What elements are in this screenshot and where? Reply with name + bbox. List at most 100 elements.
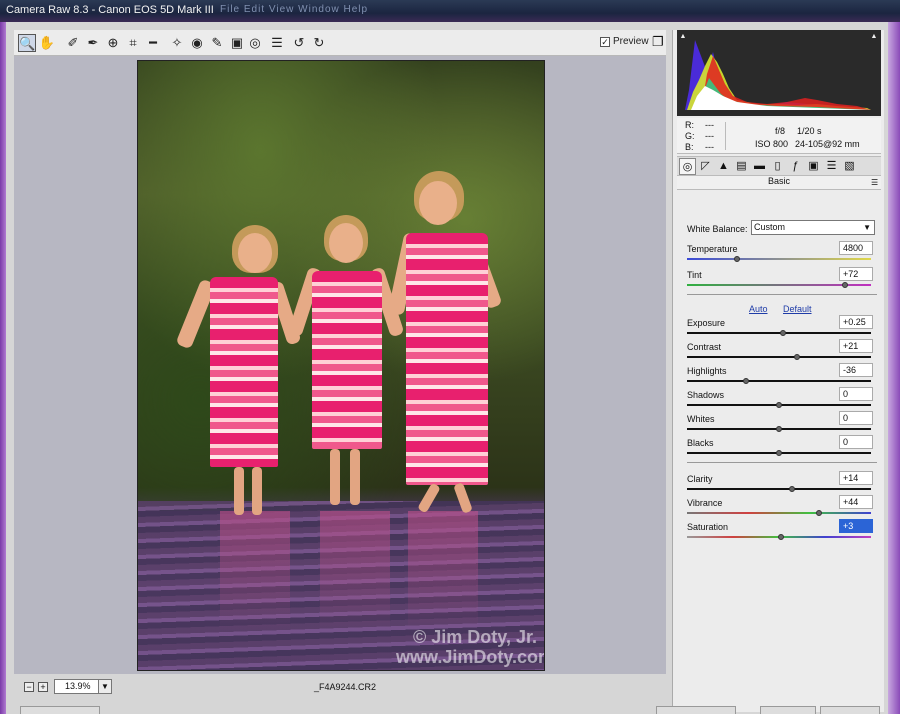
tab-snapshots-icon[interactable]: ▧ [841, 158, 858, 175]
vibrance-slider-thumb[interactable] [816, 510, 823, 516]
cancel-button[interactable] [760, 706, 816, 714]
temperature-value-field[interactable]: 4800 [839, 241, 873, 255]
fullscreen-icon[interactable]: ❐ [652, 34, 664, 50]
camera-raw-dialog: 🔍 ✋ ✐ ✒ ⊕ ⌗ ━ ✧ ◉ ✎ ▣ ◎ ☰ ↺ ↻ ✓ Preview ❐ [6, 22, 888, 714]
shadows-value-field[interactable]: 0 [839, 387, 873, 401]
temperature-slider-thumb[interactable] [733, 256, 740, 262]
exposure-slider-thumb[interactable] [779, 330, 786, 336]
shutter-speed: 1/20 s [797, 126, 822, 136]
iso: ISO 800 [755, 139, 789, 149]
open-image-button[interactable] [656, 706, 736, 714]
tab-lens-corrections-icon[interactable]: ▯ [769, 158, 786, 175]
hand-tool-icon[interactable]: ✋ [38, 34, 56, 52]
contrast-value-field[interactable]: +21 [839, 339, 873, 353]
image-canvas[interactable]: © Jim Doty, Jr. www.JimDoty.com [14, 56, 666, 674]
section-title: Basic [677, 176, 881, 190]
ghost-menu: File Edit View Window Help [220, 4, 369, 15]
white-balance-tool-icon[interactable]: ✐ [64, 34, 82, 52]
whites-label: Whites [687, 414, 715, 424]
saturation-label: Saturation [687, 522, 729, 532]
rotate-left-icon[interactable]: ↺ [290, 34, 308, 52]
zoom-dropdown-icon[interactable]: ▼ [98, 679, 112, 694]
readout-info: R: --- G: --- B: --- f/8 1/20 s ISO 800 … [677, 118, 881, 154]
blacks-label: Blacks [687, 438, 714, 448]
divider [687, 462, 877, 463]
preview-checkbox[interactable]: ✓ [600, 37, 610, 47]
whites-value-field[interactable]: 0 [839, 411, 873, 425]
highlight-clipping-icon[interactable]: ▲ [870, 33, 878, 41]
watermark-line2: www.JimDoty.com [396, 647, 545, 667]
tab-tone-curve-icon[interactable]: ◸ [697, 158, 714, 175]
preferences-icon[interactable]: ☰ [268, 34, 286, 52]
panel-tabs: ◎ ◸ ▲ ▤ ▬ ▯ ƒ ▣ ☰ ▧ [677, 156, 881, 176]
tab-presets-icon[interactable]: ☰ [823, 158, 840, 175]
white-balance-select[interactable]: Custom ▼ [751, 220, 875, 235]
contrast-slider-thumb[interactable] [794, 354, 801, 360]
status-bar: − + 13.9% ▼ _F4A9244.CR2 [14, 674, 666, 700]
exposure-label: Exposure [687, 318, 726, 328]
blacks-value-field[interactable]: 0 [839, 435, 873, 449]
targeted-adjustment-tool-icon[interactable]: ⊕ [104, 34, 122, 52]
tint-label: Tint [687, 270, 702, 280]
vibrance-value-field[interactable]: +44 [839, 495, 873, 509]
panel-menu-icon[interactable]: ☰ [871, 178, 878, 187]
highlights-value-field[interactable]: -36 [839, 363, 873, 377]
b-label: B: [685, 142, 694, 152]
shadows-slider-thumb[interactable] [776, 402, 782, 408]
reflection [220, 511, 290, 631]
tab-basic-icon[interactable]: ◎ [679, 158, 696, 175]
save-image-button[interactable] [20, 706, 100, 714]
saturation-value-field[interactable]: +3 [839, 519, 873, 533]
clarity-slider-track[interactable] [687, 488, 871, 490]
highlights-slider-track[interactable] [687, 380, 871, 382]
tab-split-toning-icon[interactable]: ▬ [751, 158, 768, 175]
default-link[interactable]: Default [783, 304, 812, 314]
zoom-tool-icon[interactable]: 🔍 [18, 34, 36, 52]
tab-camera-calibration-icon[interactable]: ▣ [805, 158, 822, 175]
done-button[interactable] [820, 706, 880, 714]
lens-info: 24-105@92 mm [795, 139, 860, 149]
clarity-slider-thumb[interactable] [788, 486, 795, 492]
temperature-slider-track[interactable] [687, 258, 871, 260]
clarity-value-field[interactable]: +14 [839, 471, 873, 485]
radial-filter-icon[interactable]: ◎ [246, 34, 264, 52]
blacks-slider-thumb[interactable] [776, 450, 782, 456]
color-sampler-tool-icon[interactable]: ✒ [84, 34, 102, 52]
exposure-value-field[interactable]: +0.25 [839, 315, 873, 329]
graduated-filter-icon[interactable]: ▣ [228, 34, 246, 52]
zoom-in-button[interactable]: + [38, 682, 48, 692]
info-divider [725, 122, 726, 150]
highlights-slider-thumb[interactable] [742, 378, 749, 384]
zoom-out-button[interactable]: − [24, 682, 34, 692]
subject-left [175, 221, 302, 521]
auto-link[interactable]: Auto [749, 304, 768, 314]
r-value: --- [705, 120, 714, 130]
highlights-label: Highlights [687, 366, 727, 376]
adjustment-brush-icon[interactable]: ✎ [208, 34, 226, 52]
red-eye-tool-icon[interactable]: ◉ [188, 34, 206, 52]
clarity-label: Clarity [687, 474, 713, 484]
zoom-level-field[interactable]: 13.9% [54, 679, 100, 694]
shadows-label: Shadows [687, 390, 725, 400]
contrast-slider-track[interactable] [687, 356, 871, 358]
tab-fx-icon[interactable]: ƒ [787, 158, 804, 175]
whites-slider-thumb[interactable] [776, 426, 782, 432]
rotate-right-icon[interactable]: ↻ [310, 34, 328, 52]
copyright-watermark: © Jim Doty, Jr. www.JimDoty.com [396, 627, 545, 667]
tab-hsl-icon[interactable]: ▤ [733, 158, 750, 175]
adjustments-panel: ▲ ▲ R: --- G: --- B: --- f/8 1/20 s ISO … [672, 30, 884, 712]
straighten-tool-icon[interactable]: ━ [144, 34, 162, 52]
vibrance-slider-track[interactable] [687, 512, 871, 514]
spot-removal-tool-icon[interactable]: ✧ [168, 34, 186, 52]
tint-slider-thumb[interactable] [842, 282, 849, 288]
preview-toggle[interactable]: ✓ Preview [600, 36, 649, 47]
contrast-label: Contrast [687, 342, 722, 352]
chevron-down-icon: ▼ [863, 223, 871, 232]
tab-detail-icon[interactable]: ▲ [715, 158, 732, 175]
shadow-clipping-icon[interactable]: ▲ [679, 33, 687, 41]
watermark-line1: © Jim Doty, Jr. [413, 627, 537, 647]
divider [687, 294, 877, 295]
crop-tool-icon[interactable]: ⌗ [124, 34, 142, 52]
tint-value-field[interactable]: +72 [839, 267, 873, 281]
saturation-slider-thumb[interactable] [777, 534, 784, 540]
